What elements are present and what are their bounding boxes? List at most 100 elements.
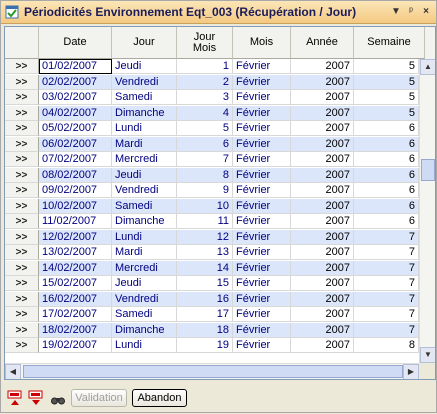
table-row[interactable]: >> 13/02/2007 Mardi 13 Février 2007 7 bbox=[5, 245, 419, 261]
table-row[interactable]: >> 05/02/2007 Lundi 5 Février 2007 6 bbox=[5, 121, 419, 137]
insert-row-icon[interactable] bbox=[7, 389, 23, 409]
table-cell[interactable]: 6 bbox=[354, 136, 419, 152]
table-cell[interactable]: Jeudi bbox=[112, 59, 177, 74]
table-cell[interactable]: Février bbox=[233, 229, 291, 245]
pin-icon[interactable]: ᵖ bbox=[405, 5, 417, 18]
table-cell[interactable]: 2007 bbox=[291, 307, 354, 322]
table-cell[interactable]: 13 bbox=[177, 245, 233, 260]
table-cell[interactable]: Février bbox=[233, 338, 291, 353]
table-cell[interactable]: Février bbox=[233, 183, 291, 198]
table-cell[interactable]: 2007 bbox=[291, 90, 354, 105]
table-cell[interactable]: 2007 bbox=[291, 105, 354, 121]
table-cell[interactable]: 15 bbox=[177, 276, 233, 291]
table-cell[interactable]: 5 bbox=[354, 74, 419, 90]
table-cell[interactable]: 2007 bbox=[291, 291, 354, 307]
validation-button[interactable]: Validation bbox=[71, 389, 127, 407]
table-cell[interactable]: 19 bbox=[177, 338, 233, 353]
table-cell[interactable]: Samedi bbox=[112, 198, 177, 214]
table-cell[interactable]: Samedi bbox=[112, 90, 177, 105]
delete-row-icon[interactable] bbox=[28, 389, 44, 409]
table-cell[interactable]: Février bbox=[233, 260, 291, 276]
table-cell[interactable]: 18/02/2007 bbox=[39, 322, 112, 338]
table-cell[interactable]: Février bbox=[233, 136, 291, 152]
table-row[interactable]: >> 18/02/2007 Dimanche 18 Février 2007 7 bbox=[5, 322, 419, 339]
table-cell[interactable]: 18 bbox=[177, 322, 233, 338]
table-cell[interactable]: Février bbox=[233, 245, 291, 260]
table-cell[interactable]: 4 bbox=[177, 105, 233, 121]
table-row[interactable]: >> 07/02/2007 Mercredi 7 Février 2007 6 bbox=[5, 152, 419, 168]
table-cell[interactable]: Samedi bbox=[112, 307, 177, 322]
scroll-down-icon[interactable]: ▼ bbox=[420, 347, 435, 363]
row-selector[interactable]: >> bbox=[5, 59, 39, 74]
table-cell[interactable]: 2007 bbox=[291, 245, 354, 260]
table-cell[interactable]: 7 bbox=[354, 260, 419, 276]
row-selector[interactable]: >> bbox=[5, 105, 39, 121]
table-row[interactable]: >> 12/02/2007 Lundi 12 Février 2007 7 bbox=[5, 229, 419, 246]
table-cell[interactable]: 9 bbox=[177, 183, 233, 198]
table-cell[interactable]: Lundi bbox=[112, 121, 177, 136]
table-cell[interactable]: 02/02/2007 bbox=[39, 74, 112, 90]
table-cell[interactable]: 09/02/2007 bbox=[39, 183, 112, 198]
row-selector[interactable]: >> bbox=[5, 167, 39, 183]
table-cell[interactable]: 7 bbox=[354, 229, 419, 245]
table-cell[interactable]: 6 bbox=[354, 152, 419, 167]
row-selector[interactable]: >> bbox=[5, 322, 39, 338]
table-cell[interactable]: 2 bbox=[177, 74, 233, 90]
table-cell[interactable]: Février bbox=[233, 322, 291, 338]
row-selector[interactable]: >> bbox=[5, 152, 39, 167]
table-cell[interactable]: Vendredi bbox=[112, 183, 177, 198]
table-cell[interactable]: 1 bbox=[177, 59, 233, 74]
horizontal-scrollbar[interactable]: ◀ ▶ bbox=[5, 363, 419, 379]
vertical-scroll-thumb[interactable] bbox=[421, 159, 435, 181]
scroll-up-icon[interactable]: ▲ bbox=[420, 59, 435, 75]
table-cell[interactable]: 2007 bbox=[291, 198, 354, 214]
table-cell[interactable]: 7 bbox=[354, 245, 419, 260]
horizontal-scroll-thumb[interactable] bbox=[23, 365, 403, 378]
table-cell[interactable]: 12/02/2007 bbox=[39, 229, 112, 245]
table-cell[interactable]: Février bbox=[233, 276, 291, 291]
table-cell[interactable]: Vendredi bbox=[112, 291, 177, 307]
column-header-jour-mois[interactable]: Jour Mois bbox=[177, 27, 233, 59]
table-cell[interactable]: 6 bbox=[354, 198, 419, 214]
column-header-semaine[interactable]: Semaine bbox=[354, 27, 425, 59]
title-bar[interactable]: Périodicités Environnement Eqt_003 (Récu… bbox=[1, 1, 436, 24]
row-selector[interactable]: >> bbox=[5, 183, 39, 198]
table-cell[interactable]: 3 bbox=[177, 90, 233, 105]
table-cell[interactable]: 14/02/2007 bbox=[39, 260, 112, 276]
table-cell[interactable]: 7 bbox=[177, 152, 233, 167]
table-cell[interactable]: 6 bbox=[177, 136, 233, 152]
table-cell[interactable]: 7 bbox=[354, 322, 419, 338]
table-cell[interactable]: 2007 bbox=[291, 152, 354, 167]
table-cell[interactable]: Février bbox=[233, 152, 291, 167]
column-header-date[interactable]: Date bbox=[39, 27, 112, 59]
table-cell[interactable]: 2007 bbox=[291, 183, 354, 198]
table-row[interactable]: >> 17/02/2007 Samedi 17 Février 2007 7 bbox=[5, 307, 419, 323]
table-cell[interactable]: Dimanche bbox=[112, 322, 177, 338]
table-cell[interactable]: Mercredi bbox=[112, 260, 177, 276]
table-cell[interactable]: Février bbox=[233, 291, 291, 307]
table-row[interactable]: >> 02/02/2007 Vendredi 2 Février 2007 5 bbox=[5, 74, 419, 91]
close-icon[interactable]: × bbox=[420, 5, 432, 18]
table-cell[interactable]: Février bbox=[233, 167, 291, 183]
table-cell[interactable]: Février bbox=[233, 90, 291, 105]
table-row[interactable]: >> 15/02/2007 Jeudi 15 Février 2007 7 bbox=[5, 276, 419, 292]
table-cell[interactable]: Février bbox=[233, 121, 291, 136]
table-cell[interactable]: Jeudi bbox=[112, 276, 177, 291]
table-cell[interactable]: 6 bbox=[354, 167, 419, 183]
table-cell[interactable]: 04/02/2007 bbox=[39, 105, 112, 121]
table-cell[interactable]: 2007 bbox=[291, 121, 354, 136]
table-cell[interactable]: 2007 bbox=[291, 276, 354, 291]
table-cell[interactable]: 6 bbox=[354, 121, 419, 136]
row-selector[interactable]: >> bbox=[5, 229, 39, 245]
scroll-left-icon[interactable]: ◀ bbox=[5, 364, 21, 379]
table-cell[interactable]: 7 bbox=[354, 291, 419, 307]
table-row[interactable]: >> 08/02/2007 Jeudi 8 Février 2007 6 bbox=[5, 167, 419, 184]
table-cell[interactable]: 15/02/2007 bbox=[39, 276, 112, 291]
table-cell[interactable]: 7 bbox=[354, 307, 419, 322]
table-cell[interactable]: 16/02/2007 bbox=[39, 291, 112, 307]
table-cell[interactable]: 6 bbox=[354, 183, 419, 198]
table-cell[interactable]: 14 bbox=[177, 260, 233, 276]
table-cell[interactable]: Dimanche bbox=[112, 105, 177, 121]
row-selector[interactable]: >> bbox=[5, 90, 39, 105]
table-cell[interactable]: Vendredi bbox=[112, 74, 177, 90]
